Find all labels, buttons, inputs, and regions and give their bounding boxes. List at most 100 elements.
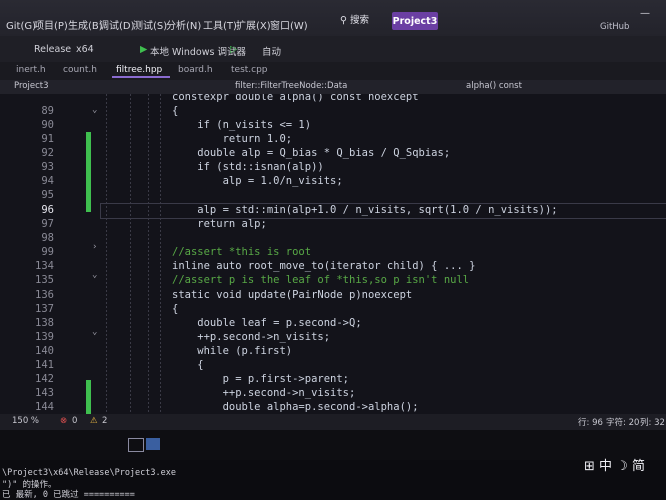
code-editor[interactable]: 89 90 91 92 93 94 95 96 97 98 99 134 135… xyxy=(0,94,666,414)
line-number: 143 xyxy=(35,387,54,399)
tab-bar: inert.h count.h filtree.hpp board.h test… xyxy=(0,62,666,80)
change-indicator xyxy=(86,132,91,212)
line-number: 135 xyxy=(35,274,54,286)
line-number: 97 xyxy=(41,218,54,230)
comment-line: //assert *this is root xyxy=(172,246,312,258)
menu-analyze[interactable]: 分析(N) xyxy=(166,17,201,32)
line-number: 94 xyxy=(41,175,54,187)
ime-indicator[interactable]: ⊞ 中 ☽ 简 xyxy=(584,455,645,474)
console-line: \Project3\x64\Release\Project3.exe xyxy=(2,468,176,478)
ime-grid-icon: ⊞ xyxy=(584,459,595,474)
nav-project[interactable]: Project3 xyxy=(14,81,49,91)
line-number: 134 xyxy=(35,260,54,272)
menu-extensions[interactable]: 扩展(X) xyxy=(236,17,271,32)
line-number: 98 xyxy=(41,232,54,244)
toolbar: Release x64 ▶ 本地 Windows 调试器 ▷ 自动 xyxy=(0,36,666,62)
code-line: ++p.second->n_visits; xyxy=(172,387,356,399)
char-indicator[interactable]: 字符: 20 xyxy=(606,416,639,428)
status-bar: 150 % ⊗ 0 ⚠ 2 行: 96 字符: 20 列: 32 xyxy=(0,414,666,430)
line-number: 93 xyxy=(41,161,54,173)
code-line: return 1.0; xyxy=(172,133,293,145)
menu-window[interactable]: 窗口(W) xyxy=(270,17,308,32)
run-without-debug-icon[interactable]: ▷ xyxy=(230,44,237,55)
code-line: while (p.first) xyxy=(172,345,293,357)
error-count[interactable]: 0 xyxy=(72,416,77,426)
menu-tools[interactable]: 工具(T) xyxy=(203,17,237,32)
code-line: { xyxy=(172,105,179,117)
line-number: 139 xyxy=(35,331,54,343)
error-icon[interactable]: ⊗ xyxy=(60,416,67,426)
tab-inert-h[interactable]: inert.h xyxy=(16,65,46,75)
line-number: 138 xyxy=(35,317,54,329)
platform-select[interactable]: x64 xyxy=(76,44,94,55)
code-line: if (n_visits <= 1) xyxy=(172,119,312,131)
project-badge: Project3 xyxy=(392,12,438,30)
code-line: p = p.first->parent; xyxy=(172,373,350,385)
line-number: 90 xyxy=(41,119,54,131)
nav-scope[interactable]: filter::FilterTreeNode::Data xyxy=(235,81,347,91)
fold-toggle-icon[interactable]: ⌄ xyxy=(92,105,97,115)
code-line: constexpr double alpha() const noexcept xyxy=(172,94,419,103)
code-line: alp = 1.0/n_visits; xyxy=(172,175,343,187)
line-number: 137 xyxy=(35,303,54,315)
code-line: return alp; xyxy=(172,218,267,230)
output-console: \Project3\x64\Release\Project3.exe ")" 的… xyxy=(0,460,666,500)
line-number: 144 xyxy=(35,401,54,413)
line-number: 92 xyxy=(41,147,54,159)
code-line: double alpha=p.second->alpha(); xyxy=(172,401,419,413)
code-line-current: alp = std::min(alp+1.0 / n_visits, sqrt(… xyxy=(172,204,558,216)
github-copilot-label[interactable]: GitHub xyxy=(600,22,629,32)
tab-count-h[interactable]: count.h xyxy=(63,65,97,75)
code-line-collapsed: inline auto root_move_to(iterator child)… xyxy=(172,260,476,272)
line-number-current: 96 xyxy=(41,204,54,216)
minimize-icon[interactable]: — xyxy=(640,8,650,19)
zoom-level[interactable]: 150 % xyxy=(12,416,39,426)
code-line: double leaf = p.second->Q; xyxy=(172,317,362,329)
fold-toggle-icon[interactable]: ⌄ xyxy=(92,327,97,337)
tab-board-h[interactable]: board.h xyxy=(178,65,213,75)
config-select[interactable]: Release xyxy=(34,44,71,55)
play-icon[interactable]: ▶ xyxy=(140,44,147,55)
search-label: 搜索 xyxy=(350,15,370,26)
tab-test-cpp[interactable]: test.cpp xyxy=(231,65,268,75)
code-line: if (std::isnan(alp)) xyxy=(172,161,324,173)
indent-guide xyxy=(130,94,131,414)
menu-test[interactable]: 测试(S) xyxy=(133,17,167,32)
line-number: 91 xyxy=(41,133,54,145)
auto-select[interactable]: 自动 xyxy=(262,44,281,58)
menu-git[interactable]: Git(G) xyxy=(6,21,36,32)
menu-debug[interactable]: 调试(D) xyxy=(99,17,135,32)
code-line: { xyxy=(172,303,179,315)
code-line: static void update(PairNode p)noexcept xyxy=(172,289,413,301)
warning-icon[interactable]: ⚠ xyxy=(90,416,98,426)
navigation-bar: Project3 filter::FilterTreeNode::Data al… xyxy=(0,80,666,94)
menu-project[interactable]: 项目(P) xyxy=(34,17,68,32)
output-toolbar xyxy=(0,430,666,460)
warning-count[interactable]: 2 xyxy=(102,416,107,426)
line-number: 141 xyxy=(35,359,54,371)
menu-bar: Git(G) 项目(P) 生成(B) 调试(D) 测试(S) 分析(N) 工具(… xyxy=(0,0,666,36)
line-indicator[interactable]: 行: 96 xyxy=(578,416,603,428)
search-icon: ⚲ xyxy=(340,15,347,26)
moon-icon: ☽ xyxy=(616,459,628,474)
nav-member[interactable]: alpha() const xyxy=(466,81,522,91)
line-number: 95 xyxy=(41,189,54,201)
output-window-icon[interactable] xyxy=(128,438,144,452)
fold-toggle-icon[interactable]: ⌄ xyxy=(92,270,97,280)
console-line: 已 最新, 0 已跳过 ========== xyxy=(2,490,135,500)
code-line: double alp = Q_bias * Q_bias / Q_Sqbias; xyxy=(172,147,451,159)
change-indicator xyxy=(86,380,91,414)
indent-guide xyxy=(160,94,161,414)
fold-toggle-icon[interactable]: › xyxy=(92,242,97,252)
indent-guide xyxy=(106,94,107,414)
ime-label: 简 xyxy=(632,459,646,474)
line-number: 136 xyxy=(35,289,54,301)
code-line: ++p.second->n_visits; xyxy=(172,331,331,343)
line-number: 142 xyxy=(35,373,54,385)
tab-filtree-hpp[interactable]: filtree.hpp xyxy=(111,65,171,78)
search-box[interactable]: ⚲ 搜索 xyxy=(340,12,384,28)
menu-build[interactable]: 生成(B) xyxy=(68,17,103,32)
ime-mode: 中 xyxy=(599,459,613,474)
column-indicator[interactable]: 列: 32 xyxy=(640,416,665,428)
toggle-word-wrap-icon[interactable] xyxy=(146,438,160,450)
